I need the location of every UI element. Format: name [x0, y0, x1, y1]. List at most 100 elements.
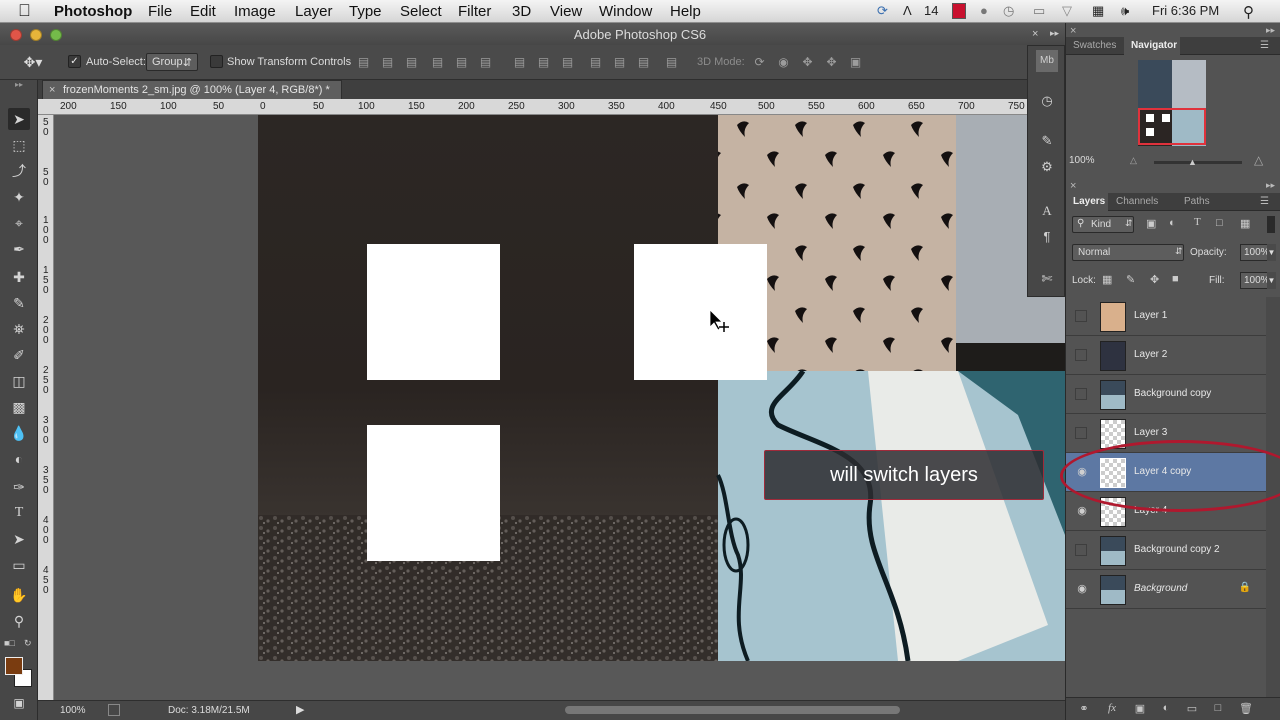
character-icon[interactable]: A	[1036, 200, 1058, 222]
layer-row-layer-1[interactable]: Layer 1	[1066, 297, 1266, 336]
lock-all-icon[interactable]: ■	[1172, 273, 1179, 285]
clone-stamp-tool-icon[interactable]: ⛯	[8, 318, 30, 340]
show-transform-checkbox[interactable]	[210, 55, 223, 68]
opacity-arrow-icon[interactable]: ▼	[1267, 244, 1276, 261]
tab-navigator[interactable]: Navigator	[1131, 40, 1177, 51]
layer-thumbnail[interactable]	[1100, 536, 1126, 566]
filter-toggle[interactable]	[1267, 216, 1275, 233]
filter-shape-icon[interactable]: □	[1216, 217, 1223, 229]
clock[interactable]: Fri 6:36 PM	[1152, 3, 1219, 18]
menu-layer[interactable]: Layer	[295, 3, 333, 20]
paragraph-icon[interactable]: ¶	[1036, 226, 1058, 248]
3d-roll-icon[interactable]: ◉	[776, 55, 791, 69]
shape-tool-icon[interactable]: ▭	[8, 554, 30, 576]
status-menu-arrow-icon[interactable]: ▶	[296, 703, 304, 716]
fill-arrow-icon[interactable]: ▼	[1267, 272, 1276, 289]
distribute-top-icon[interactable]: ▤	[512, 55, 527, 69]
battery-icon[interactable]: ▭	[1033, 3, 1045, 19]
filter-smart-object-icon[interactable]: ▦	[1240, 217, 1250, 230]
menu-3d[interactable]: 3D	[512, 3, 531, 20]
collapse-layers-panel-icon[interactable]: ▸▸	[1266, 180, 1275, 191]
mini-bridge-icon[interactable]: Mb	[1036, 50, 1058, 72]
wifi-icon[interactable]: ▽	[1062, 3, 1072, 19]
quick-mask-icon[interactable]: ▣	[8, 692, 30, 714]
foreground-color-swatch[interactable]	[5, 657, 23, 675]
align-hcenter-icon[interactable]: ▤	[454, 55, 469, 69]
layer-thumbnail[interactable]	[1100, 380, 1126, 410]
eraser-tool-icon[interactable]: ◫	[8, 370, 30, 392]
hand-tool-icon[interactable]: ✋	[8, 584, 30, 606]
document-tab[interactable]: × frozenMoments 2_sm.jpg @ 100% (Layer 4…	[42, 80, 342, 99]
default-colors-icon[interactable]: ■□	[4, 638, 15, 648]
gradient-tool-icon[interactable]: ▩	[8, 396, 30, 418]
eye-icon[interactable]: ◉	[1074, 503, 1090, 519]
distribute-bottom-icon[interactable]: ▤	[560, 55, 575, 69]
filter-pixel-icon[interactable]: ▣	[1146, 217, 1156, 230]
tab-channels[interactable]: Channels	[1116, 196, 1158, 207]
visibility-toggle[interactable]	[1075, 310, 1087, 322]
tab-layers[interactable]: Layers	[1073, 196, 1105, 207]
layer-name[interactable]: Background copy 2	[1134, 544, 1220, 555]
layer-name[interactable]: Background	[1134, 583, 1187, 594]
layer-thumbnail[interactable]	[1100, 302, 1126, 332]
canvas-area[interactable]	[54, 115, 1065, 700]
new-adjustment-icon[interactable]: ◐	[1158, 702, 1174, 716]
battery-level-icon[interactable]: ▦	[1092, 3, 1104, 19]
layer-name[interactable]: Background copy	[1134, 388, 1211, 399]
menu-image[interactable]: Image	[234, 3, 276, 20]
align-vcenter-icon[interactable]: ▤	[380, 55, 395, 69]
3d-slide-icon[interactable]: ✥	[824, 55, 839, 69]
white-square-top-right[interactable]	[634, 244, 767, 380]
app-tray-icon[interactable]: ●	[980, 3, 988, 18]
time-machine-icon[interactable]: ◷	[1003, 3, 1014, 19]
fx-icon[interactable]: fx	[1104, 702, 1120, 716]
lock-image-icon[interactable]: ✎	[1126, 273, 1135, 286]
marquee-tool-icon[interactable]: ⬚	[8, 134, 30, 156]
tab-paths[interactable]: Paths	[1184, 196, 1210, 207]
align-right-icon[interactable]: ▤	[478, 55, 493, 69]
distribute-vcenter-icon[interactable]: ▤	[536, 55, 551, 69]
zoom-slider-handle[interactable]: ▲	[1188, 157, 1197, 167]
layer-name[interactable]: Layer 1	[1134, 310, 1167, 321]
apple-menu-icon[interactable]: 	[18, 1, 31, 21]
layer-row-background-copy[interactable]: Background copy	[1066, 375, 1266, 414]
menu-filter[interactable]: Filter	[458, 3, 491, 20]
blur-tool-icon[interactable]: 💧	[8, 422, 30, 444]
panel-menu-icon[interactable]: ☰	[1260, 40, 1269, 51]
lock-transparent-icon[interactable]: ▦	[1102, 273, 1112, 286]
visibility-toggle[interactable]	[1075, 427, 1087, 439]
menu-window[interactable]: Window	[599, 3, 652, 20]
visibility-toggle[interactable]	[1075, 544, 1087, 556]
3d-scale-icon[interactable]: ▣	[848, 55, 863, 69]
filter-adjustment-icon[interactable]: ◐	[1169, 217, 1176, 229]
layer-thumbnail[interactable]	[1100, 341, 1126, 371]
menu-help[interactable]: Help	[670, 3, 701, 20]
pen-tool-icon[interactable]: ✑	[8, 476, 30, 498]
align-bottom-icon[interactable]: ▤	[404, 55, 419, 69]
history-icon[interactable]: ◷	[1036, 90, 1058, 112]
layer-name[interactable]: Layer 3	[1134, 427, 1167, 438]
path-selection-tool-icon[interactable]: ➤	[8, 528, 30, 550]
tools-collapse-icon[interactable]: ▸▸	[6, 81, 32, 89]
visibility-toggle[interactable]	[1075, 388, 1087, 400]
new-layer-icon[interactable]: □	[1210, 702, 1226, 716]
history-brush-tool-icon[interactable]: ✐	[8, 344, 30, 366]
align-left-icon[interactable]: ▤	[430, 55, 445, 69]
layer-name[interactable]: Layer 2	[1134, 349, 1167, 360]
distribute-left-icon[interactable]: ▤	[588, 55, 603, 69]
type-tool-icon[interactable]: T	[8, 502, 30, 524]
eyedropper-tool-icon[interactable]: ✒	[8, 238, 30, 260]
menu-edit[interactable]: Edit	[190, 3, 216, 20]
input-source-icon[interactable]: Λ	[903, 3, 912, 18]
menu-select[interactable]: Select	[400, 3, 442, 20]
zoom-out-icon[interactable]: △	[1130, 155, 1137, 166]
layer-row-background[interactable]: ◉ Background 🔒	[1066, 570, 1266, 609]
add-mask-icon[interactable]: ▣	[1132, 702, 1148, 716]
spotlight-search-icon[interactable]: ⚲	[1243, 3, 1254, 21]
dodge-tool-icon[interactable]: ◐	[8, 448, 30, 470]
new-group-icon[interactable]: ▭	[1184, 702, 1200, 716]
3d-rotate-icon[interactable]: ⟳	[752, 55, 767, 69]
link-layers-icon[interactable]: ⚭	[1076, 702, 1092, 716]
delete-layer-icon[interactable]: 🗑	[1238, 702, 1254, 716]
volume-icon[interactable]: 🕪	[1121, 3, 1129, 19]
